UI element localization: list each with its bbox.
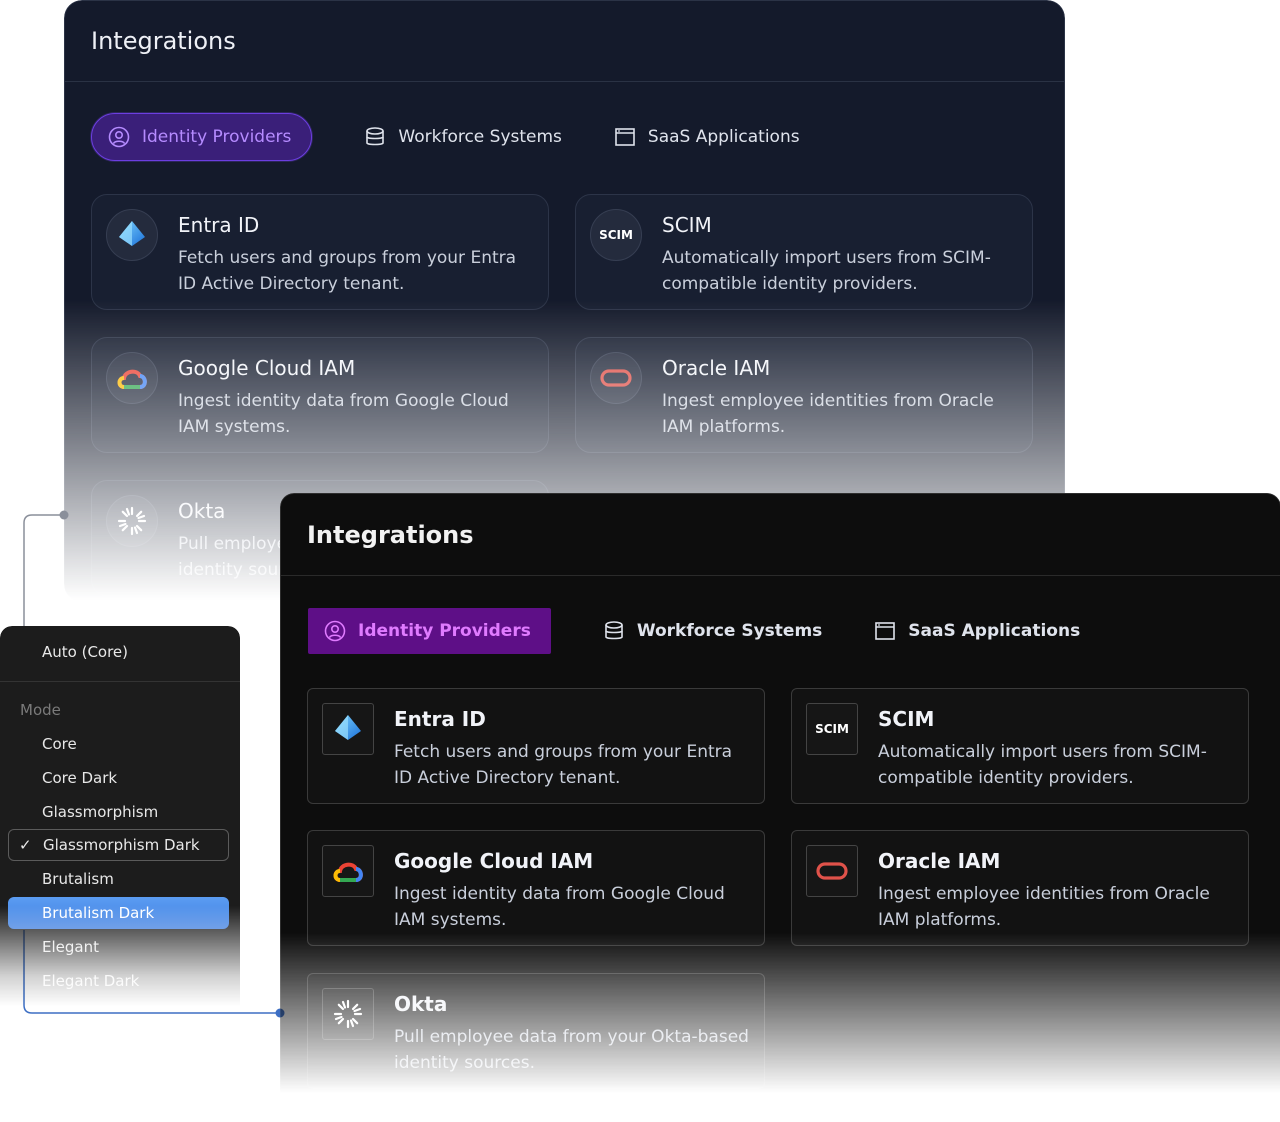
option-core[interactable]: Core bbox=[8, 728, 229, 760]
tab-identity-providers[interactable]: Identity Providers bbox=[308, 608, 551, 654]
option-label: Brutalism bbox=[42, 870, 114, 888]
card-title: Google Cloud IAM bbox=[394, 849, 594, 873]
database-icon bbox=[605, 621, 623, 640]
option-label: Brutalism Dark bbox=[42, 904, 155, 922]
card-description: Ingest identity data from Google Cloud I… bbox=[394, 884, 725, 930]
integration-card-entra-id[interactable]: Entra ID Fetch users and groups from you… bbox=[307, 688, 765, 804]
option-label: Elegant Dark bbox=[42, 972, 140, 990]
divider bbox=[0, 681, 240, 682]
option-elegant-dark[interactable]: Elegant Dark bbox=[8, 965, 229, 997]
tab-label: Workforce Systems bbox=[398, 127, 562, 147]
card-title: Oracle IAM bbox=[662, 356, 771, 380]
tab-bar: Identity Providers Workforce Systems Saa… bbox=[91, 113, 852, 161]
tab-label: Identity Providers bbox=[358, 621, 531, 641]
dropdown-current-value[interactable]: Auto (Core) bbox=[42, 643, 128, 661]
oracle-icon bbox=[590, 352, 642, 404]
card-description: Fetch users and groups from your Entra I… bbox=[394, 742, 733, 788]
dropdown-section-label: Mode bbox=[20, 701, 61, 719]
panel-header: Integrations bbox=[281, 494, 1280, 576]
card-description: Automatically import users from SCIM-com… bbox=[878, 742, 1207, 788]
card-description: Automatically import users from SCIM-com… bbox=[662, 248, 991, 294]
tab-saas-applications[interactable]: SaaS Applications bbox=[614, 126, 800, 148]
card-title: Entra ID bbox=[394, 707, 486, 731]
integration-card-scim[interactable]: SCIM SCIM Automatically import users fro… bbox=[575, 194, 1033, 310]
page-title: Integrations bbox=[307, 520, 474, 549]
browser-window-icon bbox=[615, 128, 635, 146]
scim-icon-text: SCIM bbox=[599, 228, 633, 242]
card-description: Pull employee data from your Okta-based … bbox=[394, 1027, 749, 1073]
oracle-icon bbox=[806, 845, 858, 897]
browser-window-icon bbox=[875, 622, 896, 640]
card-title: SCIM bbox=[878, 707, 935, 731]
checkmark-icon: ✓ bbox=[19, 836, 32, 854]
entra-id-icon bbox=[322, 703, 374, 755]
option-label: Core Dark bbox=[42, 769, 118, 787]
card-title: Google Cloud IAM bbox=[178, 356, 356, 380]
card-title: Okta bbox=[394, 992, 448, 1016]
integration-card-oracle-iam[interactable]: Oracle IAM Ingest employee identities fr… bbox=[791, 830, 1249, 946]
google-cloud-icon bbox=[106, 352, 158, 404]
card-title: Entra ID bbox=[178, 213, 260, 237]
option-label: Core bbox=[42, 735, 77, 753]
integration-card-google-cloud-iam[interactable]: Google Cloud IAM Ingest identity data fr… bbox=[91, 337, 549, 453]
card-title: SCIM bbox=[662, 213, 712, 237]
tab-label: Identity Providers bbox=[142, 127, 292, 147]
panel-header: Integrations bbox=[65, 1, 1064, 82]
okta-icon bbox=[322, 988, 374, 1040]
card-description: Ingest employee identities from Oracle I… bbox=[662, 391, 994, 437]
user-circle-icon bbox=[324, 620, 346, 642]
option-label: Elegant bbox=[42, 938, 99, 956]
integration-card-okta[interactable]: Okta Pull employee data from your Okta-b… bbox=[307, 973, 765, 1089]
tab-label: Workforce Systems bbox=[636, 621, 823, 641]
database-icon bbox=[366, 127, 385, 146]
card-title: Okta bbox=[178, 499, 226, 523]
integration-card-entra-id[interactable]: Entra ID Fetch users and groups from you… bbox=[91, 194, 549, 310]
card-description: Ingest identity data from Google Cloud I… bbox=[178, 391, 509, 437]
tab-label: SaaS Applications bbox=[647, 127, 800, 147]
card-title: Oracle IAM bbox=[878, 849, 1001, 873]
integration-card-oracle-iam[interactable]: Oracle IAM Ingest employee identities fr… bbox=[575, 337, 1033, 453]
tab-workforce-systems[interactable]: Workforce Systems bbox=[364, 126, 562, 148]
tab-label: SaaS Applications bbox=[908, 621, 1081, 641]
integration-card-google-cloud-iam[interactable]: Google Cloud IAM Ingest identity data fr… bbox=[307, 830, 765, 946]
user-circle-icon bbox=[108, 126, 130, 148]
theme-mode-dropdown: Auto (Core) Mode Core Core Dark Glassmor… bbox=[0, 626, 240, 1006]
integration-card-scim[interactable]: SCIM SCIM Automatically import users fro… bbox=[791, 688, 1249, 804]
tab-identity-providers[interactable]: Identity Providers bbox=[91, 113, 313, 161]
page-title: Integrations bbox=[91, 27, 236, 55]
card-description: Fetch users and groups from your Entra I… bbox=[178, 248, 517, 294]
entra-id-icon bbox=[106, 209, 158, 261]
scim-icon: SCIM bbox=[590, 209, 642, 261]
integrations-panel-brutalism: Integrations Identity Providers Workforc… bbox=[280, 493, 1280, 1122]
option-label: Glassmorphism bbox=[42, 803, 159, 821]
option-glassmorphism-dark[interactable]: ✓ Glassmorphism Dark bbox=[8, 829, 229, 861]
scim-icon: SCIM bbox=[806, 703, 858, 755]
option-brutalism[interactable]: Brutalism bbox=[8, 863, 229, 895]
option-elegant[interactable]: Elegant bbox=[8, 931, 229, 963]
tab-bar: Identity Providers Workforce Systems Saa… bbox=[308, 608, 1132, 654]
scim-icon-text: SCIM bbox=[815, 722, 849, 736]
option-core-dark[interactable]: Core Dark bbox=[8, 762, 229, 794]
google-cloud-icon bbox=[322, 845, 374, 897]
option-glassmorphism[interactable]: Glassmorphism bbox=[8, 796, 229, 828]
tab-saas-applications[interactable]: SaaS Applications bbox=[874, 620, 1080, 642]
tab-workforce-systems[interactable]: Workforce Systems bbox=[603, 620, 822, 642]
option-brutalism-dark[interactable]: Brutalism Dark bbox=[8, 897, 229, 929]
card-description: Ingest employee identities from Oracle I… bbox=[878, 884, 1210, 930]
okta-icon bbox=[106, 495, 158, 547]
option-label: Glassmorphism Dark bbox=[43, 836, 200, 854]
